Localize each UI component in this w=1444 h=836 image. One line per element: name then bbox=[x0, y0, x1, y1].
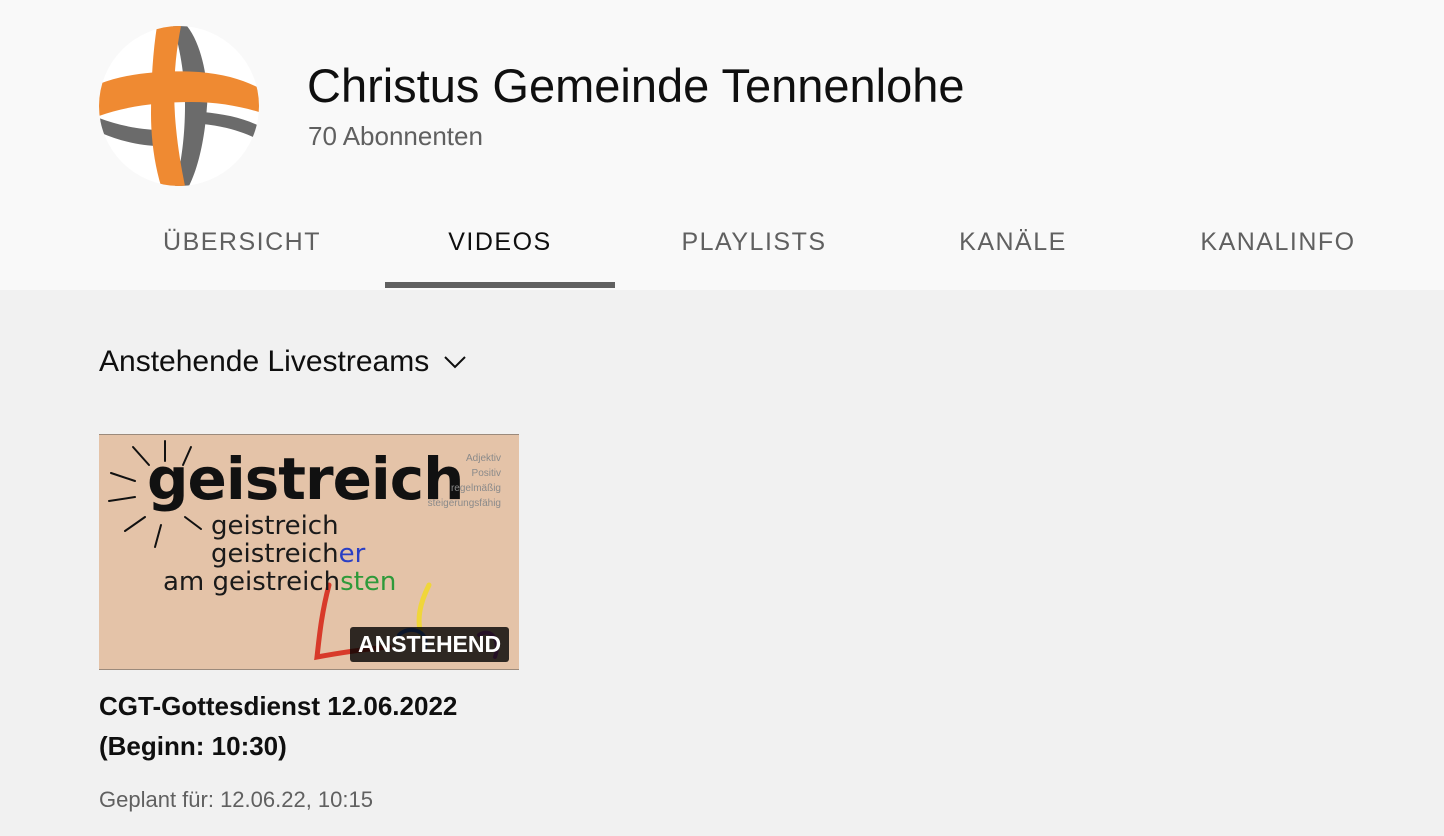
tab-overview[interactable]: ÜBERSICHT bbox=[130, 196, 354, 288]
thumbnail-line-2-suffix: er bbox=[338, 539, 366, 569]
chevron-down-icon bbox=[444, 356, 466, 369]
thumbnail-line-2: geistreicher bbox=[211, 539, 365, 569]
thumbnail-line-2-prefix: geistreich bbox=[211, 539, 339, 569]
tab-about[interactable]: KANALINFO bbox=[1160, 196, 1396, 288]
thumbnail-note: Adjektiv bbox=[465, 453, 501, 464]
tab-videos[interactable]: VIDEOS bbox=[385, 196, 615, 288]
thumbnail-line-1: geistreich bbox=[211, 511, 339, 541]
thumbnail-note: steigerungsfähig bbox=[427, 498, 501, 509]
section-title-label: Anstehende Livestreams bbox=[99, 345, 430, 378]
thumbnail-note: regelmäßig bbox=[450, 483, 501, 494]
thumbnail-line-3: am geistreichsten bbox=[163, 567, 396, 597]
cross-logo-icon bbox=[99, 26, 259, 186]
thumbnail-line-3-prefix: am geistreich bbox=[163, 567, 341, 597]
thumbnail-headline: geistreich bbox=[147, 445, 464, 513]
active-tab-indicator bbox=[385, 282, 615, 288]
thumbnail-line-3-suffix: sten bbox=[340, 567, 397, 597]
tab-channels[interactable]: KANÄLE bbox=[905, 196, 1121, 288]
channel-tabs: ÜBERSICHT VIDEOS PLAYLISTS KANÄLE KANALI… bbox=[0, 196, 1444, 290]
video-scheduled-time: Geplant für: 12.06.22, 10:15 bbox=[99, 787, 373, 812]
channel-avatar[interactable] bbox=[99, 26, 259, 186]
thumbnail-note: Positiv bbox=[471, 468, 501, 479]
channel-header: Christus Gemeinde Tennenlohe 70 Abonnent… bbox=[0, 0, 1444, 290]
tab-playlists[interactable]: PLAYLISTS bbox=[646, 196, 862, 288]
video-title[interactable]: CGT-Gottesdienst 12.06.2022 (Beginn: 10:… bbox=[99, 686, 529, 766]
video-thumbnail[interactable]: geistreich geistreich geistreicher am ge… bbox=[99, 434, 519, 670]
upcoming-badge: ANSTEHEND bbox=[350, 627, 510, 662]
subscriber-count: 70 Abonnenten bbox=[308, 121, 483, 151]
section-upcoming-livestreams[interactable]: Anstehende Livestreams bbox=[99, 343, 469, 381]
channel-name: Christus Gemeinde Tennenlohe bbox=[307, 59, 965, 112]
